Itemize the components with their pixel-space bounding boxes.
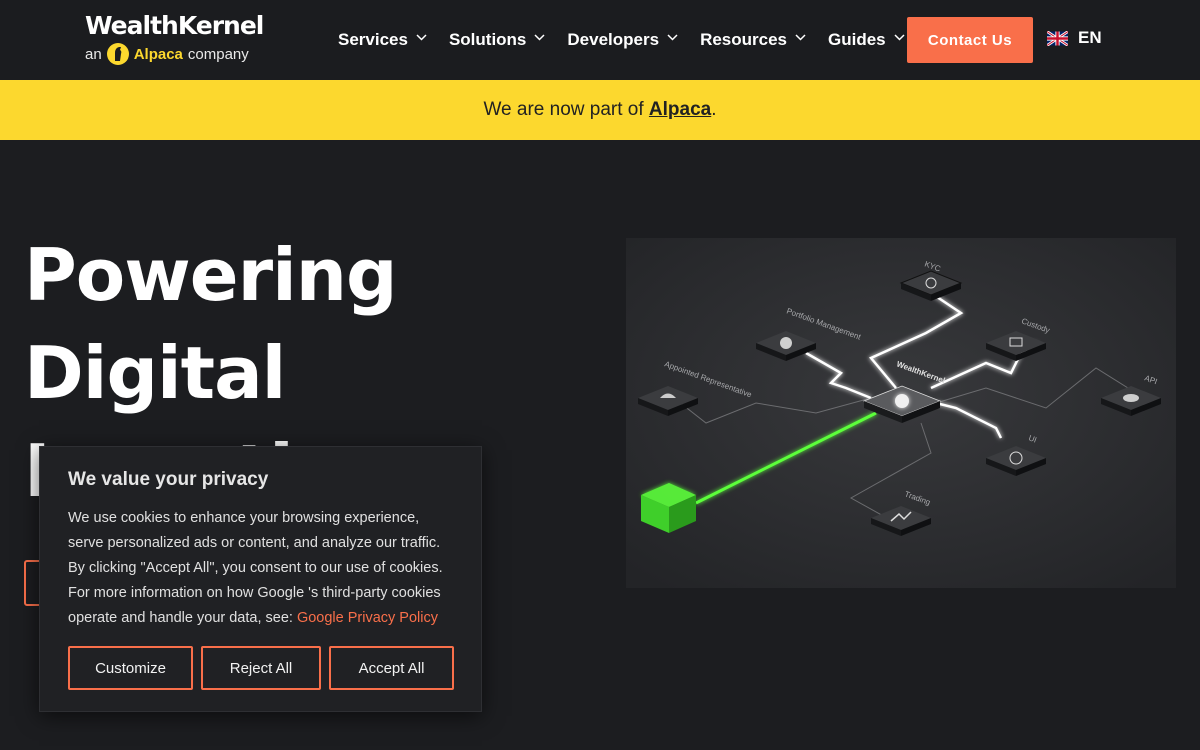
chevron-down-icon [795,33,806,41]
nav-guides-label: Guides [828,30,886,49]
banner-text: We are now part of [483,99,649,120]
banner-alpaca-link[interactable]: Alpaca [649,99,711,121]
accept-all-button[interactable]: Accept All [329,646,454,690]
chevron-down-icon [667,33,678,41]
cookie-actions: Customize Reject All Accept All [68,646,454,690]
chevron-down-icon [416,33,427,41]
nav-services-label: Services [338,30,408,49]
logo-tagline-prefix: an [85,45,102,63]
logo-tagline-brand: Alpaca [133,45,183,63]
nav-developers-label: Developers [567,30,660,49]
cookie-body-text: We use cookies to enhance your browsing … [68,510,443,576]
logo-tagline: an Alpaca company [85,43,265,65]
language-label: EN [1078,28,1102,47]
banner-suffix: . [711,99,717,120]
platform-diagram: KYC Portfolio Management Custody Appoint… [626,238,1176,588]
nav-developers[interactable]: Developers [567,30,678,50]
contact-us-button[interactable]: Contact Us [907,17,1033,63]
nav-services[interactable]: Services [338,30,427,50]
language-selector[interactable]: EN [1047,28,1102,48]
google-privacy-policy-link[interactable]: Google Privacy Policy [297,610,438,626]
nav-resources-label: Resources [700,30,788,49]
customize-button[interactable]: Customize [68,646,193,690]
cookie-consent-dialog: We value your privacy We use cookies to … [39,446,482,712]
cookie-title: We value your privacy [68,469,269,490]
chevron-down-icon [534,33,545,41]
site-header: WealthKernel an Alpaca company Services … [0,0,1200,80]
nav-solutions[interactable]: Solutions [449,30,545,50]
wealthkernel-logo[interactable]: WealthKernel an Alpaca company [85,11,265,67]
reject-all-button[interactable]: Reject All [201,646,321,690]
nav-solutions-label: Solutions [448,30,527,49]
chevron-down-icon [894,33,905,41]
cookie-body: We use cookies to enhance your browsing … [68,506,453,631]
logo-tagline-suffix: company [187,45,249,63]
logo-wordmark: WealthKernel [85,11,264,40]
nav-guides[interactable]: Guides [828,30,905,50]
alpaca-icon [106,43,129,65]
hero-title-line-2: Digital [24,331,286,415]
announcement-banner: We are now part of Alpaca. [0,80,1200,140]
main-nav: Services Solutions Developers Resources … [338,0,927,80]
hero-title-line-1: Powering [24,233,398,317]
uk-flag-icon [1047,30,1068,46]
nav-resources[interactable]: Resources [700,30,806,50]
hero-illustration: KYC Portfolio Management Custody Appoint… [626,238,1176,588]
